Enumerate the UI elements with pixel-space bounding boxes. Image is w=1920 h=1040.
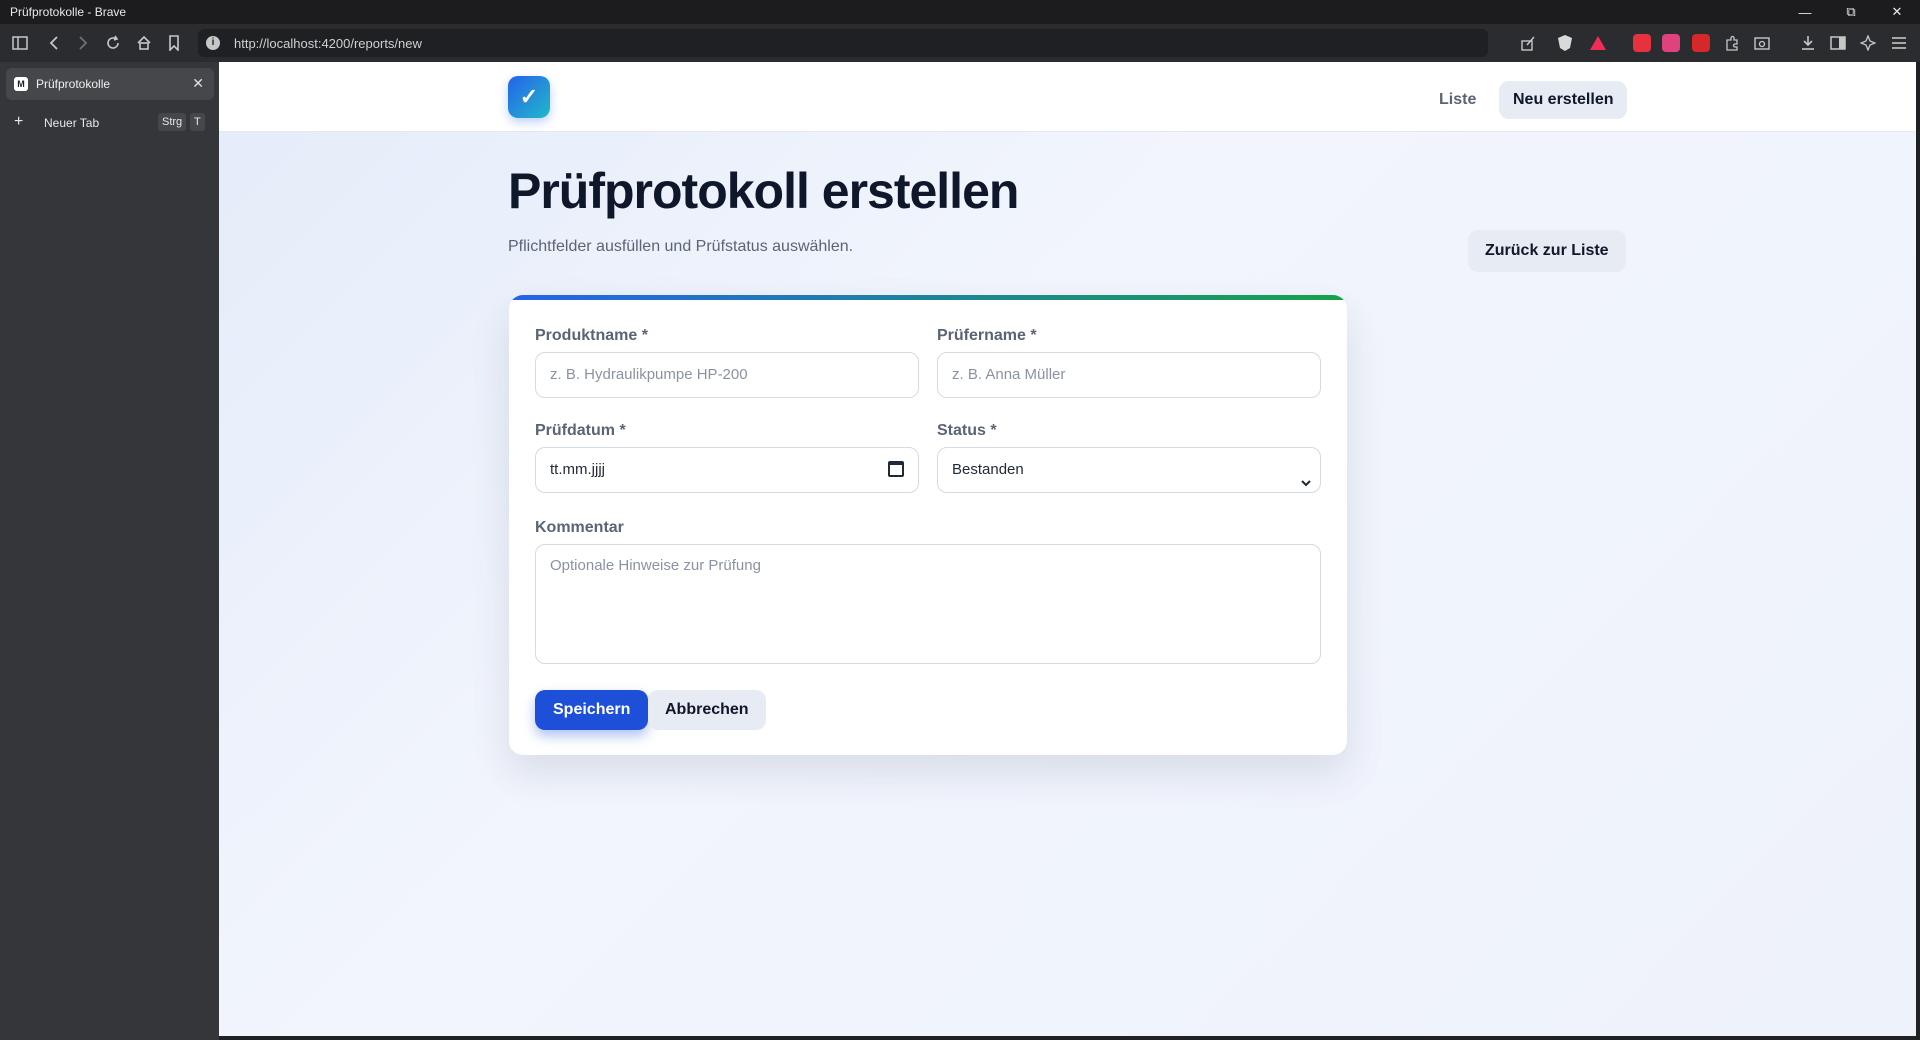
share-icon[interactable] bbox=[1515, 30, 1541, 56]
kommentar-label: Kommentar bbox=[535, 519, 624, 536]
menu-icon[interactable] bbox=[1886, 30, 1912, 56]
extension-pink-icon[interactable] bbox=[1662, 34, 1680, 52]
app-logo-check-icon[interactable]: ✓ bbox=[508, 76, 550, 118]
shortcut-modifier: Strg bbox=[158, 113, 187, 131]
status-select[interactable]: Bestanden bbox=[937, 447, 1321, 493]
reload-icon[interactable] bbox=[100, 30, 126, 56]
url-text[interactable]: http://localhost:4200/reports/new bbox=[234, 36, 422, 51]
site-info-icon[interactable]: i bbox=[206, 36, 220, 50]
plus-icon: + bbox=[14, 113, 24, 130]
address-bar[interactable]: i http://localhost:4200/reports/new bbox=[198, 29, 1488, 57]
report-form-card: Produktname * z. B. Hydraulikpumpe HP-20… bbox=[509, 295, 1347, 755]
tab-search-icon[interactable] bbox=[1749, 30, 1775, 56]
pruefdatum-value: tt.mm.jjjj bbox=[550, 461, 605, 478]
brave-shields-icon[interactable] bbox=[1556, 34, 1574, 52]
home-icon[interactable] bbox=[131, 30, 157, 56]
page-subtitle: Pflichtfelder ausfüllen und Prüfstatus a… bbox=[508, 238, 854, 255]
tab-label: Prüfprotokolle bbox=[36, 77, 111, 91]
browser-toolbar: i http://localhost:4200/reports/new bbox=[0, 24, 1920, 62]
close-tab-icon[interactable]: ✕ bbox=[192, 75, 204, 92]
new-tab-button[interactable]: + Neuer Tab Strg T bbox=[6, 108, 214, 136]
download-icon[interactable] bbox=[1795, 30, 1821, 56]
close-window-icon[interactable]: ✕ bbox=[1874, 0, 1920, 24]
leo-ai-icon[interactable] bbox=[1855, 30, 1881, 56]
pruefername-input[interactable]: z. B. Anna Müller bbox=[937, 352, 1321, 398]
window-title: Prüfprotokolle - Brave bbox=[10, 5, 127, 19]
pruefdatum-label: Prüfdatum * bbox=[535, 422, 626, 439]
extensions-icon[interactable] bbox=[1719, 30, 1745, 56]
top-navigation: ✓ Liste Neu erstellen bbox=[219, 62, 1916, 132]
save-button[interactable]: Speichern bbox=[535, 690, 649, 730]
kommentar-textarea[interactable]: Optionale Hinweise zur Prüfung bbox=[535, 544, 1321, 664]
sidebar-toggle-icon[interactable] bbox=[7, 30, 33, 56]
bookmark-icon[interactable] bbox=[161, 30, 187, 56]
tab-pruefprotokolle[interactable]: M Prüfprotokolle ✕ bbox=[6, 68, 214, 100]
produktname-input[interactable]: z. B. Hydraulikpumpe HP-200 bbox=[535, 352, 919, 398]
card-accent-bar bbox=[509, 295, 1347, 300]
vertical-tabs-sidebar: M Prüfprotokolle ✕ + Neuer Tab Strg T bbox=[0, 62, 219, 1040]
shortcut-key: T bbox=[190, 113, 205, 131]
window-titlebar: Prüfprotokolle - Brave — ⧉ ✕ bbox=[0, 0, 1920, 24]
minimize-icon[interactable]: — bbox=[1782, 0, 1828, 24]
extension-red-icon[interactable] bbox=[1633, 34, 1651, 52]
back-icon[interactable] bbox=[41, 30, 67, 56]
pruefername-label: Prüfername * bbox=[937, 327, 1037, 344]
status-value: Bestanden bbox=[952, 461, 1024, 478]
tab-favicon: M bbox=[14, 77, 28, 91]
page-content: ✓ Liste Neu erstellen Prüfprotokoll erst… bbox=[219, 62, 1916, 1036]
status-label: Status * bbox=[937, 422, 997, 439]
page-title: Prüfprotokoll erstellen bbox=[508, 163, 1019, 219]
back-to-list-button[interactable]: Zurück zur Liste bbox=[1468, 230, 1626, 272]
nav-link-neu-erstellen[interactable]: Neu erstellen bbox=[1499, 81, 1628, 119]
chevron-down-icon bbox=[1300, 461, 1312, 505]
calendar-icon[interactable] bbox=[888, 461, 904, 477]
pruefdatum-date-input[interactable]: tt.mm.jjjj bbox=[535, 447, 919, 493]
extension-flash-icon[interactable] bbox=[1692, 34, 1710, 52]
brave-rewards-icon[interactable] bbox=[1589, 34, 1607, 52]
cancel-button[interactable]: Abbrechen bbox=[648, 690, 766, 730]
restore-icon[interactable]: ⧉ bbox=[1828, 0, 1874, 24]
sidebar-panel-icon[interactable] bbox=[1825, 30, 1851, 56]
forward-icon[interactable] bbox=[70, 30, 96, 56]
produktname-label: Produktname * bbox=[535, 327, 648, 344]
nav-link-liste[interactable]: Liste bbox=[1425, 81, 1490, 119]
new-tab-label: Neuer Tab bbox=[44, 116, 100, 130]
